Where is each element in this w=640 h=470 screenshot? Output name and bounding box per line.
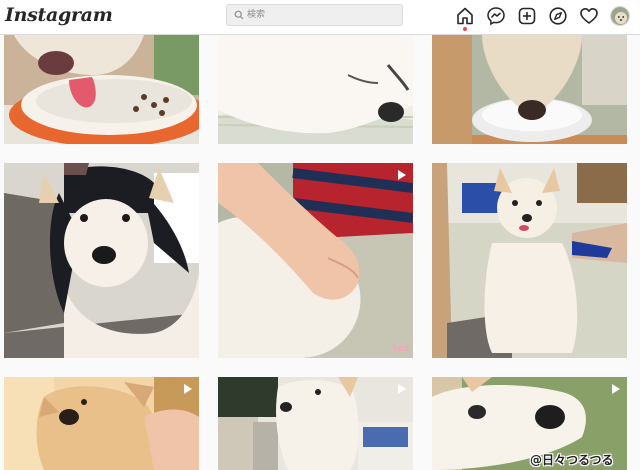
- new-post-icon: [518, 7, 536, 25]
- dog-sitting-image: [432, 163, 627, 358]
- dog-eating-from-bowl-image: [432, 35, 627, 144]
- active-indicator-dot: [463, 27, 467, 31]
- search-input[interactable]: [247, 6, 397, 24]
- grid-post-5[interactable]: ked: [218, 163, 413, 358]
- search-icon: [234, 10, 244, 20]
- profile-avatar[interactable]: [610, 6, 630, 26]
- hand-petting-dog-image: [218, 163, 413, 358]
- messenger-icon: [487, 7, 505, 26]
- grid-post-1[interactable]: [4, 35, 199, 144]
- dog-closeup-with-hand-image: [4, 377, 199, 470]
- grid-post-8[interactable]: [218, 377, 413, 470]
- grid-post-6[interactable]: [432, 163, 627, 358]
- home-button[interactable]: [455, 6, 475, 31]
- grid-post-7[interactable]: [4, 377, 199, 470]
- messenger-button[interactable]: [486, 6, 506, 26]
- video-play-icon: [398, 170, 406, 180]
- dog-drinking-from-bowl-image: [4, 35, 199, 144]
- video-play-icon: [184, 384, 192, 394]
- explore-icon: [549, 7, 567, 25]
- dog-with-wig-image: [4, 163, 199, 358]
- activity-button[interactable]: [579, 6, 599, 26]
- nav-icons: [455, 6, 635, 31]
- top-navigation-bar: Instagram: [0, 0, 640, 35]
- instagram-logo[interactable]: Instagram: [5, 4, 113, 26]
- search-box[interactable]: [226, 4, 403, 26]
- grid-post-4[interactable]: [4, 163, 199, 358]
- sleeping-dog-image: [218, 35, 413, 144]
- heart-icon: [580, 8, 598, 24]
- new-post-button[interactable]: [517, 6, 537, 26]
- avatar-image: [611, 7, 629, 25]
- video-play-icon: [398, 384, 406, 394]
- watermark-text: @日々つるつる: [530, 453, 614, 467]
- explore-button[interactable]: [548, 6, 568, 26]
- video-play-icon: [612, 384, 620, 394]
- grid-post-2[interactable]: [218, 35, 413, 144]
- home-icon: [457, 7, 473, 25]
- grid-post-3[interactable]: [432, 35, 627, 144]
- dog-in-room-image: [218, 377, 413, 470]
- video-overlay-text: ked: [392, 344, 409, 354]
